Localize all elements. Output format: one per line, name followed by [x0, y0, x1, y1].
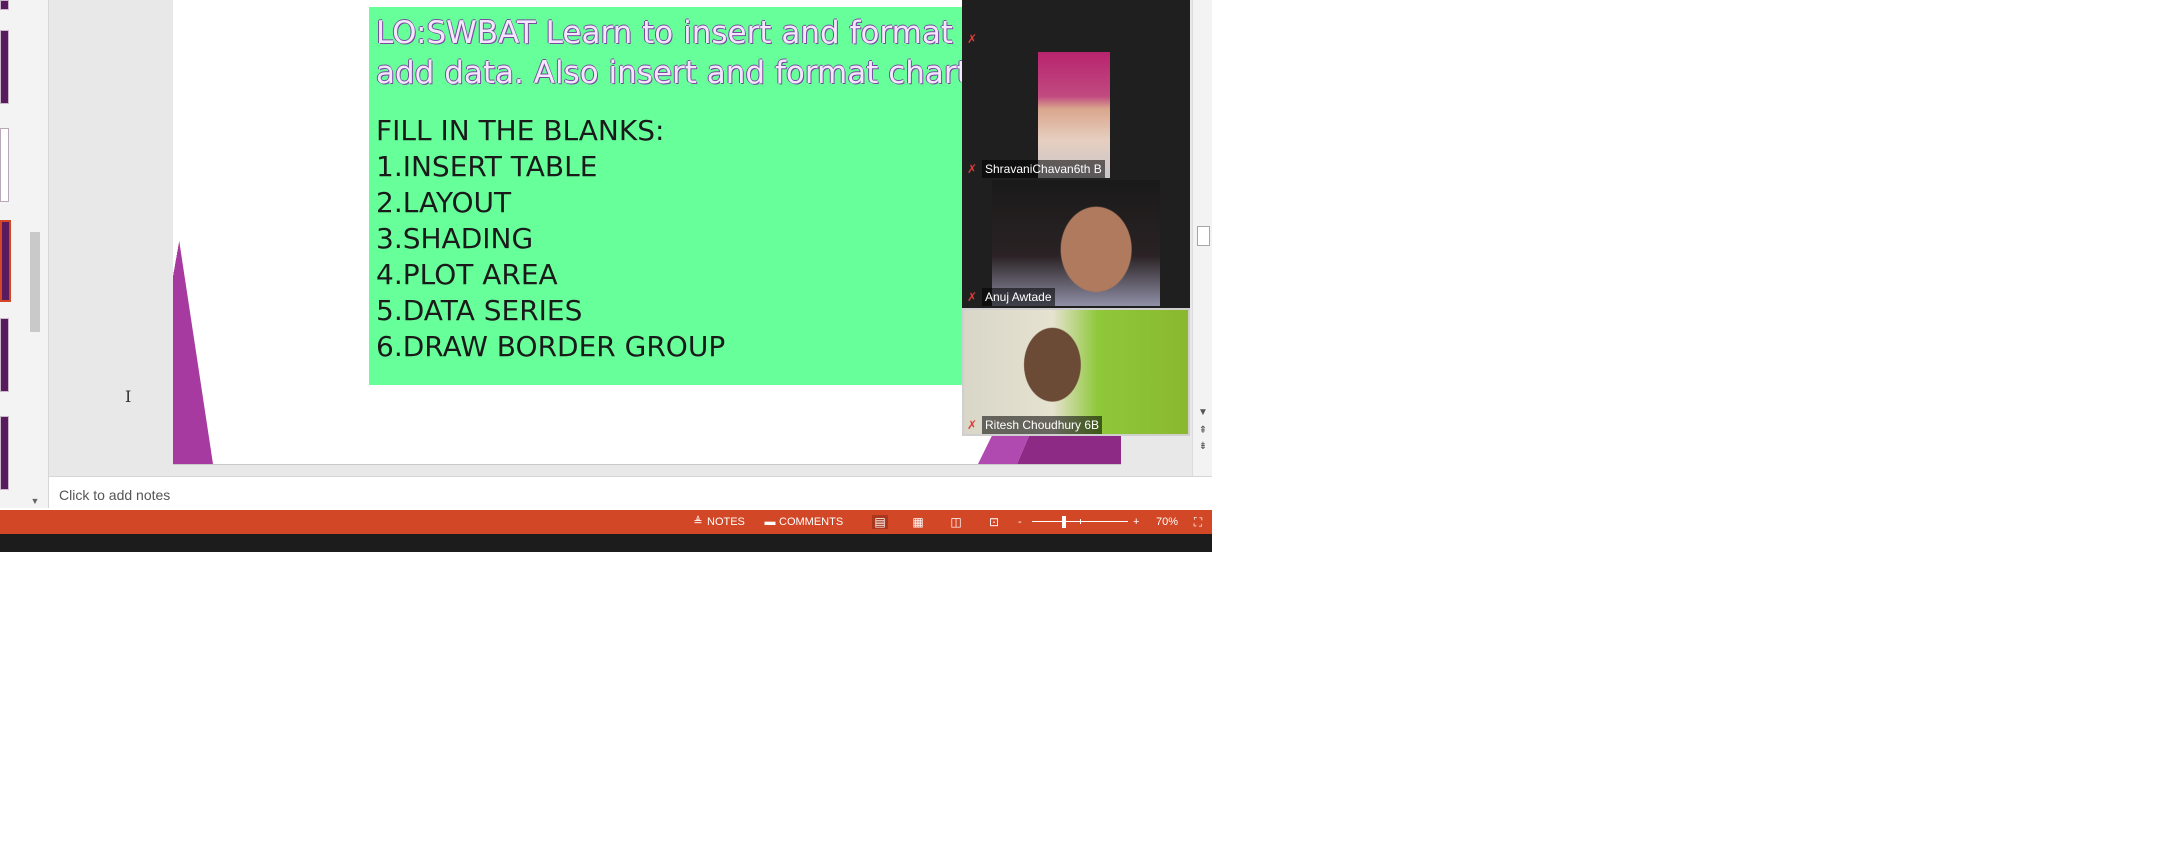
list-item-number: 5.	[376, 294, 403, 327]
slideshow-icon[interactable]: ⊡	[986, 515, 1002, 529]
comments-button[interactable]: ▬ COMMENTS	[764, 510, 844, 534]
thumbnails-scroll-thumb[interactable]	[30, 232, 40, 332]
notes-button-label: NOTES	[707, 516, 745, 528]
zoom-slider-knob[interactable]	[1062, 516, 1066, 528]
slide-sorter-icon[interactable]: ▦	[910, 515, 926, 529]
list-item-number: 2.	[376, 186, 403, 219]
list-item-number: 3.	[376, 222, 403, 255]
participant-name: Ritesh Choudhury 6B	[982, 416, 1103, 434]
fit-to-window-icon[interactable]: ⛶	[1190, 515, 1206, 529]
slide-thumbnail[interactable]	[0, 416, 9, 490]
slide-decoration-left	[173, 200, 213, 464]
notes-icon: ≜	[693, 516, 703, 528]
video-tile-shravani[interactable]: ✗ ShravaniChavan6th B	[962, 52, 1190, 180]
slide-thumbnail[interactable]	[0, 0, 9, 10]
scroll-down-icon[interactable]: ▼	[1197, 406, 1209, 420]
next-slide-icon[interactable]: ⇟	[1197, 440, 1209, 454]
participant-name: Anuj Awtade	[982, 288, 1055, 306]
list-item-number: 4.	[376, 258, 403, 291]
list-item-text: DATA SERIES	[402, 294, 583, 327]
status-bar: ≜ NOTES ▬ COMMENTS ▤ ▦ ◫ ⊡ - + 70% ⛶	[0, 510, 1212, 534]
list-item-number: 6.	[376, 330, 403, 363]
scroll-down-icon[interactable]: ▼	[28, 494, 42, 508]
scroll-thumb[interactable]	[1197, 226, 1210, 246]
notes-pane[interactable]: Click to add notes	[49, 476, 1212, 511]
previous-slide-icon[interactable]: ⇞	[1197, 424, 1209, 438]
video-tile-anuj[interactable]: ✗ Anuj Awtade	[962, 180, 1190, 308]
video-tile-ritesh[interactable]: ✗ Ritesh Choudhury 6B	[962, 308, 1190, 436]
list-item-text: LAYOUT	[402, 186, 512, 219]
list-item-text: INSERT TABLE	[402, 150, 598, 183]
participant-name: ShravaniChavan6th B	[982, 160, 1105, 178]
slide-thumbnail[interactable]	[0, 318, 9, 392]
normal-view-icon[interactable]: ▤	[872, 515, 888, 529]
list-item-text: SHADING	[402, 222, 534, 255]
notes-placeholder[interactable]: Click to add notes	[59, 487, 170, 503]
comments-button-label: COMMENTS	[779, 516, 844, 528]
slide-thumbnails-pane: ▼	[0, 0, 49, 508]
zoom-in-button[interactable]: +	[1133, 510, 1139, 534]
slide-vertical-scrollbar[interactable]: ▼ ⇞ ⇟	[1192, 0, 1212, 476]
slide-thumbnail-selected[interactable]	[0, 220, 11, 302]
zoom-level[interactable]: 70%	[1156, 510, 1178, 534]
mic-muted-icon: ✗	[966, 162, 978, 176]
slide-thumbnail[interactable]	[0, 128, 9, 202]
list-item-text: PLOT AREA	[402, 258, 558, 291]
list-item-number: 1.	[376, 150, 403, 183]
list-item-text: DRAW BORDER GROUP	[402, 330, 726, 363]
reading-view-icon[interactable]: ◫	[948, 515, 964, 529]
mic-muted-icon: ✗	[966, 418, 978, 432]
powerpoint-window: ▼ LO:SWBAT Learn to insert and format ta…	[0, 0, 1212, 552]
mic-muted-icon: ✗	[966, 290, 978, 304]
zoom-out-button[interactable]: -	[1018, 510, 1022, 534]
comments-icon: ▬	[764, 516, 776, 528]
mic-muted-icon: ✗	[966, 32, 978, 46]
video-tile[interactable]: ✗	[962, 0, 1190, 46]
text-cursor-icon: I	[125, 387, 132, 406]
zoom-slider-center-tick	[1080, 519, 1081, 524]
video-participants-panel: ✗ ✗ ShravaniChavan6th B ✗ Anuj Awtade ✗ …	[962, 0, 1190, 436]
taskbar	[0, 534, 1212, 552]
notes-button[interactable]: ≜ NOTES	[692, 510, 745, 534]
slide-thumbnail[interactable]	[0, 30, 9, 104]
